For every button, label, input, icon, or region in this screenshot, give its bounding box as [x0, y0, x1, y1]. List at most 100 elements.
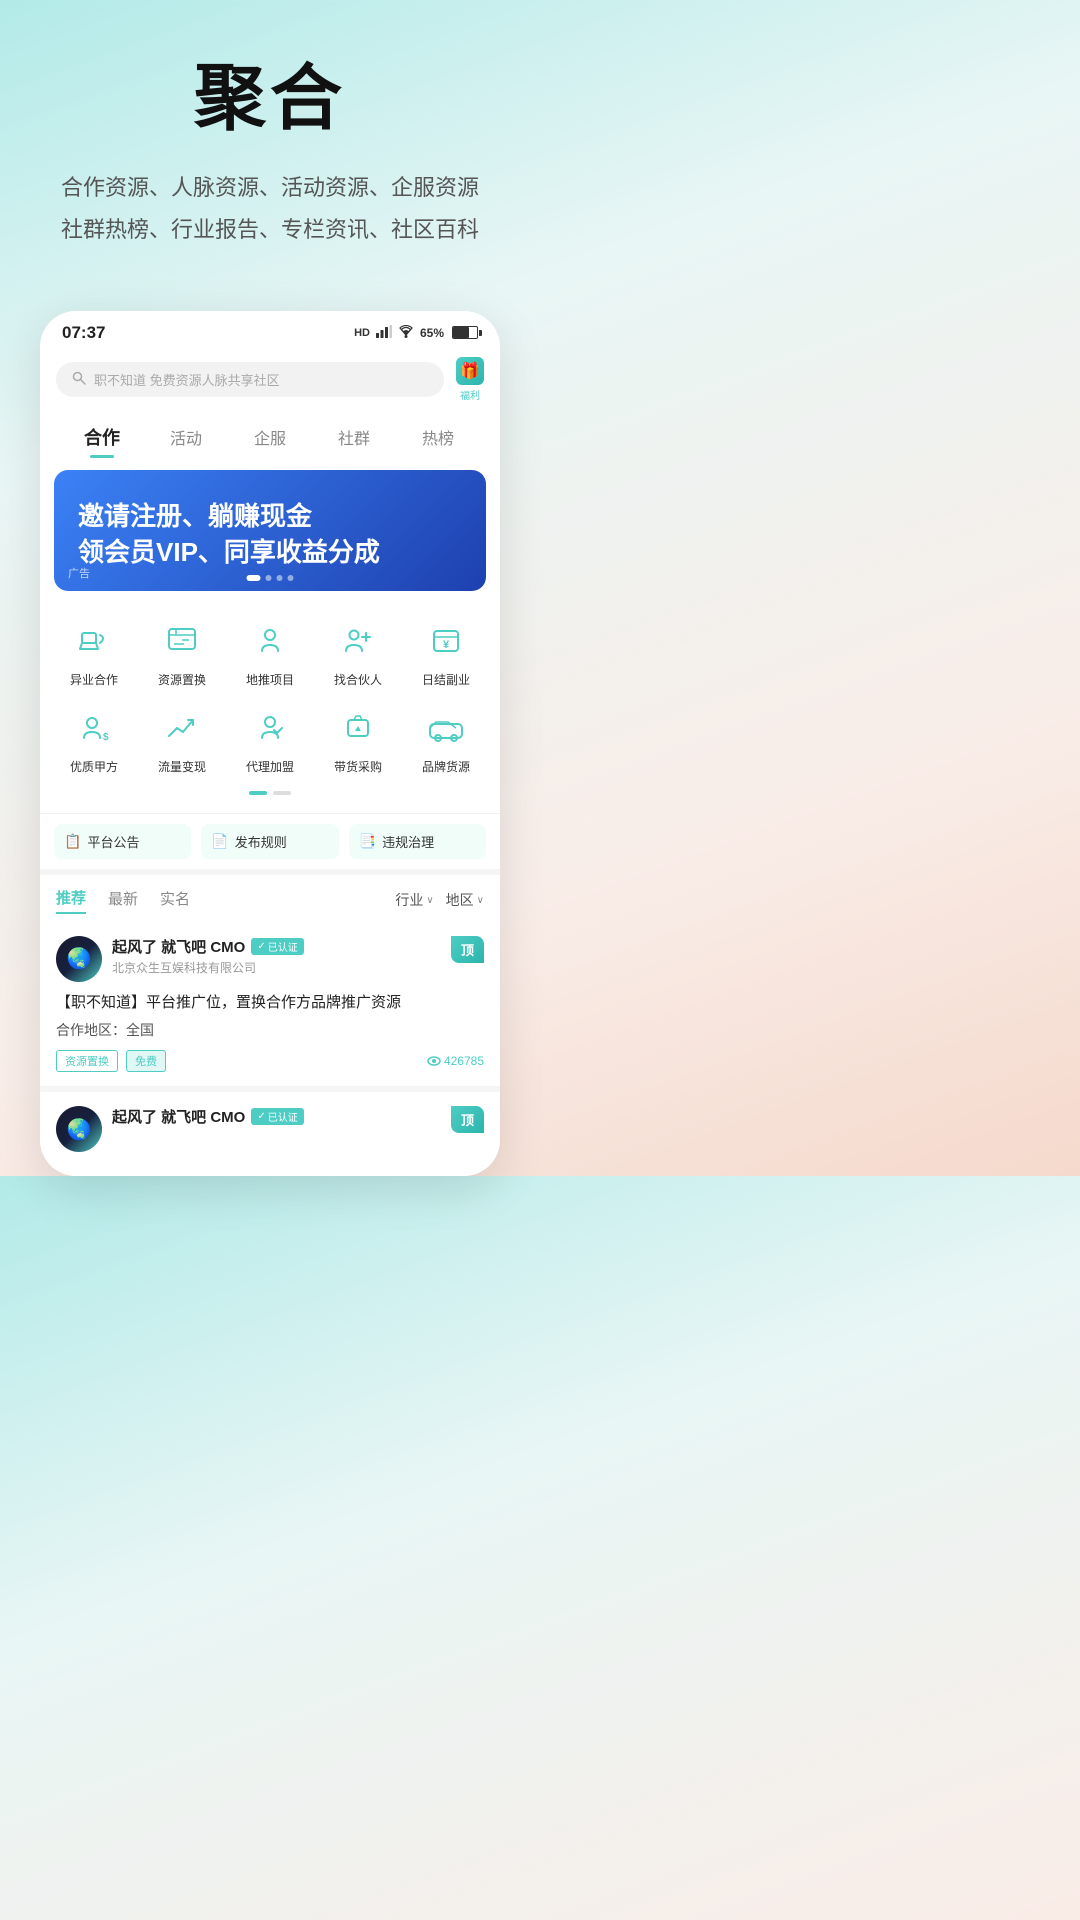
- icon-resource[interactable]: 资源置换: [142, 617, 222, 688]
- icon-ground[interactable]: 地推项目: [230, 617, 310, 688]
- icon-label: 异业合作: [70, 671, 118, 688]
- hero-section: 聚合 合作资源、人脉资源、活动资源、企服资源 社群热榜、行业报告、专栏资讯、社区…: [0, 0, 540, 281]
- gift-button[interactable]: 🎁 福利: [456, 357, 484, 402]
- icon-label: 找合伙人: [334, 671, 382, 688]
- hero-desc: 合作资源、人脉资源、活动资源、企服资源 社群热榜、行业报告、专栏资讯、社区百科: [40, 167, 500, 251]
- tab-cooperation[interactable]: 合作: [60, 418, 144, 456]
- card-username: 起风了 就飞吧 CMO: [112, 936, 245, 957]
- notice-bar: 📋 平台公告 📄 发布规则 📑 违规治理: [40, 813, 500, 869]
- banner-ad-label: 广告: [68, 565, 90, 581]
- battery-percent: 65%: [420, 326, 444, 340]
- filter-region[interactable]: 地区 ∨: [446, 890, 484, 910]
- dot-1: [247, 575, 261, 581]
- tab-community[interactable]: 社群: [312, 419, 396, 455]
- status-bar: 07:37 HD 65%: [40, 311, 500, 349]
- notice-text: 发布规则: [235, 832, 287, 851]
- icon-label: 带货采购: [334, 758, 382, 775]
- filter-industry[interactable]: 行业 ∨: [395, 890, 433, 910]
- page-dot-inactive: [273, 791, 291, 795]
- card-user-info-2: 起风了 就飞吧 CMO ✓ 已认证: [112, 1106, 441, 1127]
- icon-daily[interactable]: ¥ 日结副业: [406, 617, 486, 688]
- icon-traffic[interactable]: 流量变现: [142, 704, 222, 775]
- icon-label: 品牌货源: [422, 758, 470, 775]
- check-icon: ✓: [257, 941, 265, 952]
- violation-icon: 📑: [359, 833, 376, 850]
- status-time: 07:37: [62, 323, 105, 343]
- grid-dots: [50, 791, 490, 805]
- card-header-2: 🌏 起风了 就飞吧 CMO ✓ 已认证 顶: [56, 1106, 484, 1152]
- icon-shopping[interactable]: 带货采购: [318, 704, 398, 775]
- check-icon-2: ✓: [257, 1111, 265, 1122]
- icon-partner[interactable]: 找合伙人: [318, 617, 398, 688]
- feed-tab-latest[interactable]: 最新: [108, 888, 138, 913]
- search-box[interactable]: 职不知道 免费资源人脉共享社区: [56, 362, 444, 397]
- svg-text:$: $: [103, 732, 109, 743]
- tab-hot[interactable]: 热榜: [396, 419, 480, 455]
- dot-3: [277, 575, 283, 581]
- notice-text: 平台公告: [87, 832, 139, 851]
- icon-agency[interactable]: 代理加盟: [230, 704, 310, 775]
- card-user-info: 起风了 就飞吧 CMO ✓ 已认证 北京众生互娱科技有限公司: [112, 936, 441, 976]
- feed-tab-recommend[interactable]: 推荐: [56, 887, 86, 914]
- tab-activity[interactable]: 活动: [144, 419, 228, 455]
- icon-label: 地推项目: [246, 671, 294, 688]
- banner-dots: [247, 575, 294, 581]
- signal-icon: [376, 325, 392, 341]
- feed-tab-verified[interactable]: 实名: [160, 888, 190, 913]
- card-header: 🌏 起风了 就飞吧 CMO ✓ 已认证 北京众生互娱科技有限公司 顶: [56, 936, 484, 982]
- feed-filters: 行业 ∨ 地区 ∨: [395, 890, 484, 910]
- top-badge-2: 顶: [451, 1106, 484, 1133]
- notice-rules[interactable]: 📄 发布规则: [201, 824, 338, 859]
- battery-icon: [452, 326, 478, 339]
- verified-badge-2: ✓ 已认证: [251, 1108, 303, 1125]
- gift-icon: 🎁: [456, 357, 484, 385]
- search-row: 职不知道 免费资源人脉共享社区 🎁 福利: [40, 349, 500, 410]
- chevron-down-icon: ∨: [426, 895, 433, 906]
- dot-2: [266, 575, 272, 581]
- feed-card-1[interactable]: 🌏 起风了 就飞吧 CMO ✓ 已认证 北京众生互娱科技有限公司 顶 【职不知道…: [40, 922, 500, 1093]
- dot-4: [288, 575, 294, 581]
- icon-brand[interactable]: 品牌货源: [406, 704, 486, 775]
- tab-enterprise[interactable]: 企服: [228, 419, 312, 455]
- notice-violation[interactable]: 📑 违规治理: [349, 824, 486, 859]
- card-footer: 资源置换 免费 426785: [56, 1050, 484, 1072]
- card-company: 北京众生互娱科技有限公司: [112, 959, 441, 976]
- icon-label: 代理加盟: [246, 758, 294, 775]
- icon-grid: 异业合作 资源置换 地推项目 找合伙人: [40, 601, 500, 813]
- svg-text:¥: ¥: [443, 639, 450, 651]
- feed-card-2[interactable]: 🌏 起风了 就飞吧 CMO ✓ 已认证 顶: [40, 1092, 500, 1176]
- banner[interactable]: 邀请注册、躺赚现金 领会员VIP、同享收益分成 广告: [54, 470, 486, 591]
- rules-icon: 📄: [211, 833, 228, 850]
- status-icons: HD 65%: [354, 325, 478, 341]
- icon-broadcast[interactable]: 异业合作: [54, 617, 134, 688]
- announcement-icon: 📋: [64, 833, 81, 850]
- icon-label: 优质甲方: [70, 758, 118, 775]
- top-badge: 顶: [451, 936, 484, 963]
- icon-label: 流量变现: [158, 758, 206, 775]
- tag-resource[interactable]: 资源置换: [56, 1050, 118, 1072]
- search-placeholder: 职不知道 免费资源人脉共享社区: [94, 370, 280, 389]
- page-dot-active: [249, 791, 267, 795]
- hero-title: 聚合: [40, 60, 500, 139]
- icon-label: 日结副业: [422, 671, 470, 688]
- card-username-2: 起风了 就飞吧 CMO: [112, 1106, 245, 1127]
- icon-client[interactable]: $ 优质甲方: [54, 704, 134, 775]
- verified-badge: ✓ 已认证: [251, 938, 303, 955]
- gift-label: 福利: [460, 387, 480, 402]
- phone-mockup: 07:37 HD 65% 职不知道 免费资源人脉共享社区 🎁 福利 合作: [40, 311, 500, 1176]
- wifi-icon: [398, 325, 414, 341]
- card-sub: 合作地区：全国: [56, 1020, 484, 1040]
- notice-announcement[interactable]: 📋 平台公告: [54, 824, 191, 859]
- avatar: 🌏: [56, 936, 102, 982]
- nav-tabs: 合作 活动 企服 社群 热榜: [40, 410, 500, 460]
- feed-tabs: 推荐 最新 实名 行业 ∨ 地区 ∨: [40, 869, 500, 922]
- card-title: 【职不知道】平台推广位，置换合作方品牌推广资源: [56, 992, 484, 1015]
- network-label: HD: [354, 327, 370, 339]
- icon-row-1: 异业合作 资源置换 地推项目 找合伙人: [50, 617, 490, 688]
- notice-text: 违规治理: [382, 832, 434, 851]
- avatar-2: 🌏: [56, 1106, 102, 1152]
- tag-free[interactable]: 免费: [126, 1050, 166, 1072]
- chevron-down-icon: ∨: [477, 895, 484, 906]
- view-count: 426785: [427, 1054, 484, 1068]
- icon-row-2: $ 优质甲方 流量变现 代理加盟: [50, 704, 490, 775]
